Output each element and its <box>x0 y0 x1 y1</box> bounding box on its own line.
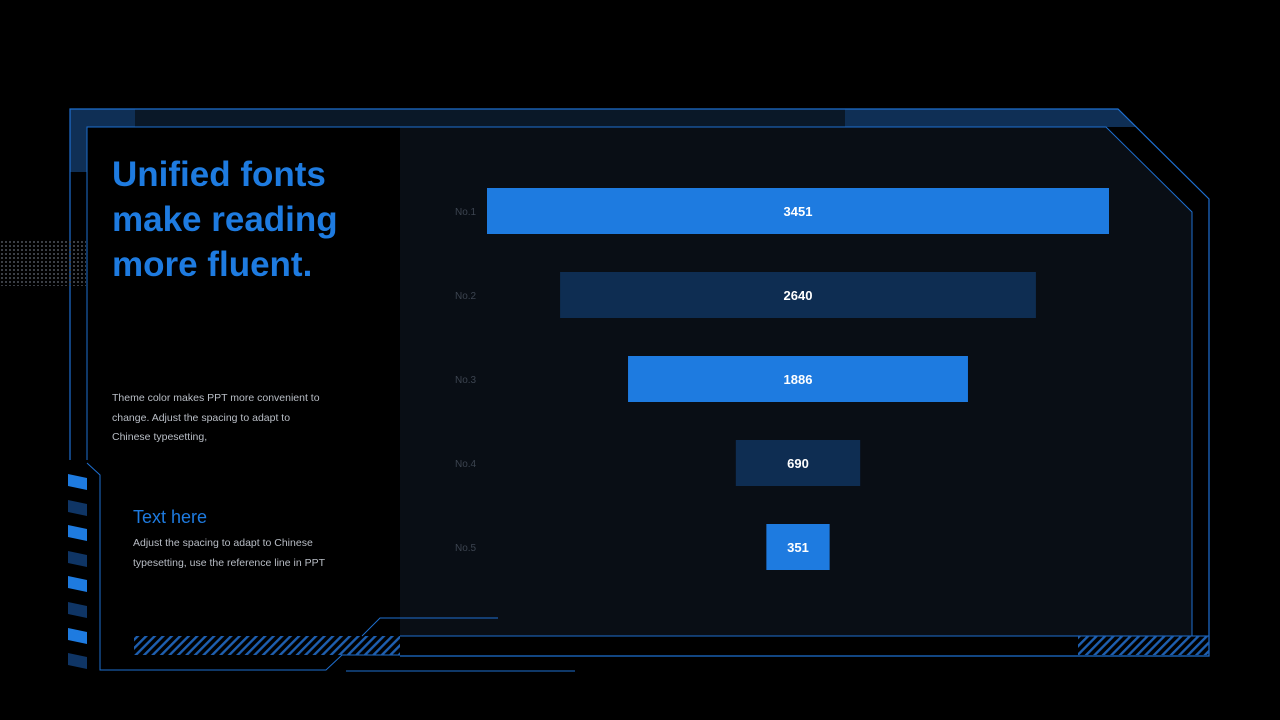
category-label-5: No.5 <box>455 543 477 554</box>
bar-value-label-3: 1886 <box>784 372 813 387</box>
top-band-accent-left-v <box>70 109 87 172</box>
hatch-bar-right <box>1078 636 1209 655</box>
headline: Unified fonts make reading more fluent. <box>112 155 338 284</box>
bar-value-label-2: 2640 <box>784 288 813 303</box>
bar-value-label-4: 690 <box>787 456 809 471</box>
sub-description: Adjust the spacing to adapt to Chinese t… <box>133 537 326 569</box>
top-band-accent-right <box>845 109 1136 127</box>
dot-pattern <box>0 240 86 286</box>
category-label-1: No.1 <box>455 207 477 218</box>
category-label-2: No.2 <box>455 291 477 302</box>
sub-title: Text here <box>133 507 208 527</box>
category-label-3: No.3 <box>455 375 477 386</box>
description-text: Theme color makes PPT more convenient to… <box>112 392 320 443</box>
funnel-bar-chart: 3451 No.1 2640 No.2 1886 No.3 690 No.4 351 No.5 <box>455 188 1109 570</box>
bar-value-label-5: 351 <box>787 540 809 555</box>
hatch-bar-left <box>134 636 400 655</box>
category-label-4: No.4 <box>455 459 477 470</box>
side-stripes <box>68 474 87 669</box>
bar-value-label-1: 3451 <box>784 204 813 219</box>
